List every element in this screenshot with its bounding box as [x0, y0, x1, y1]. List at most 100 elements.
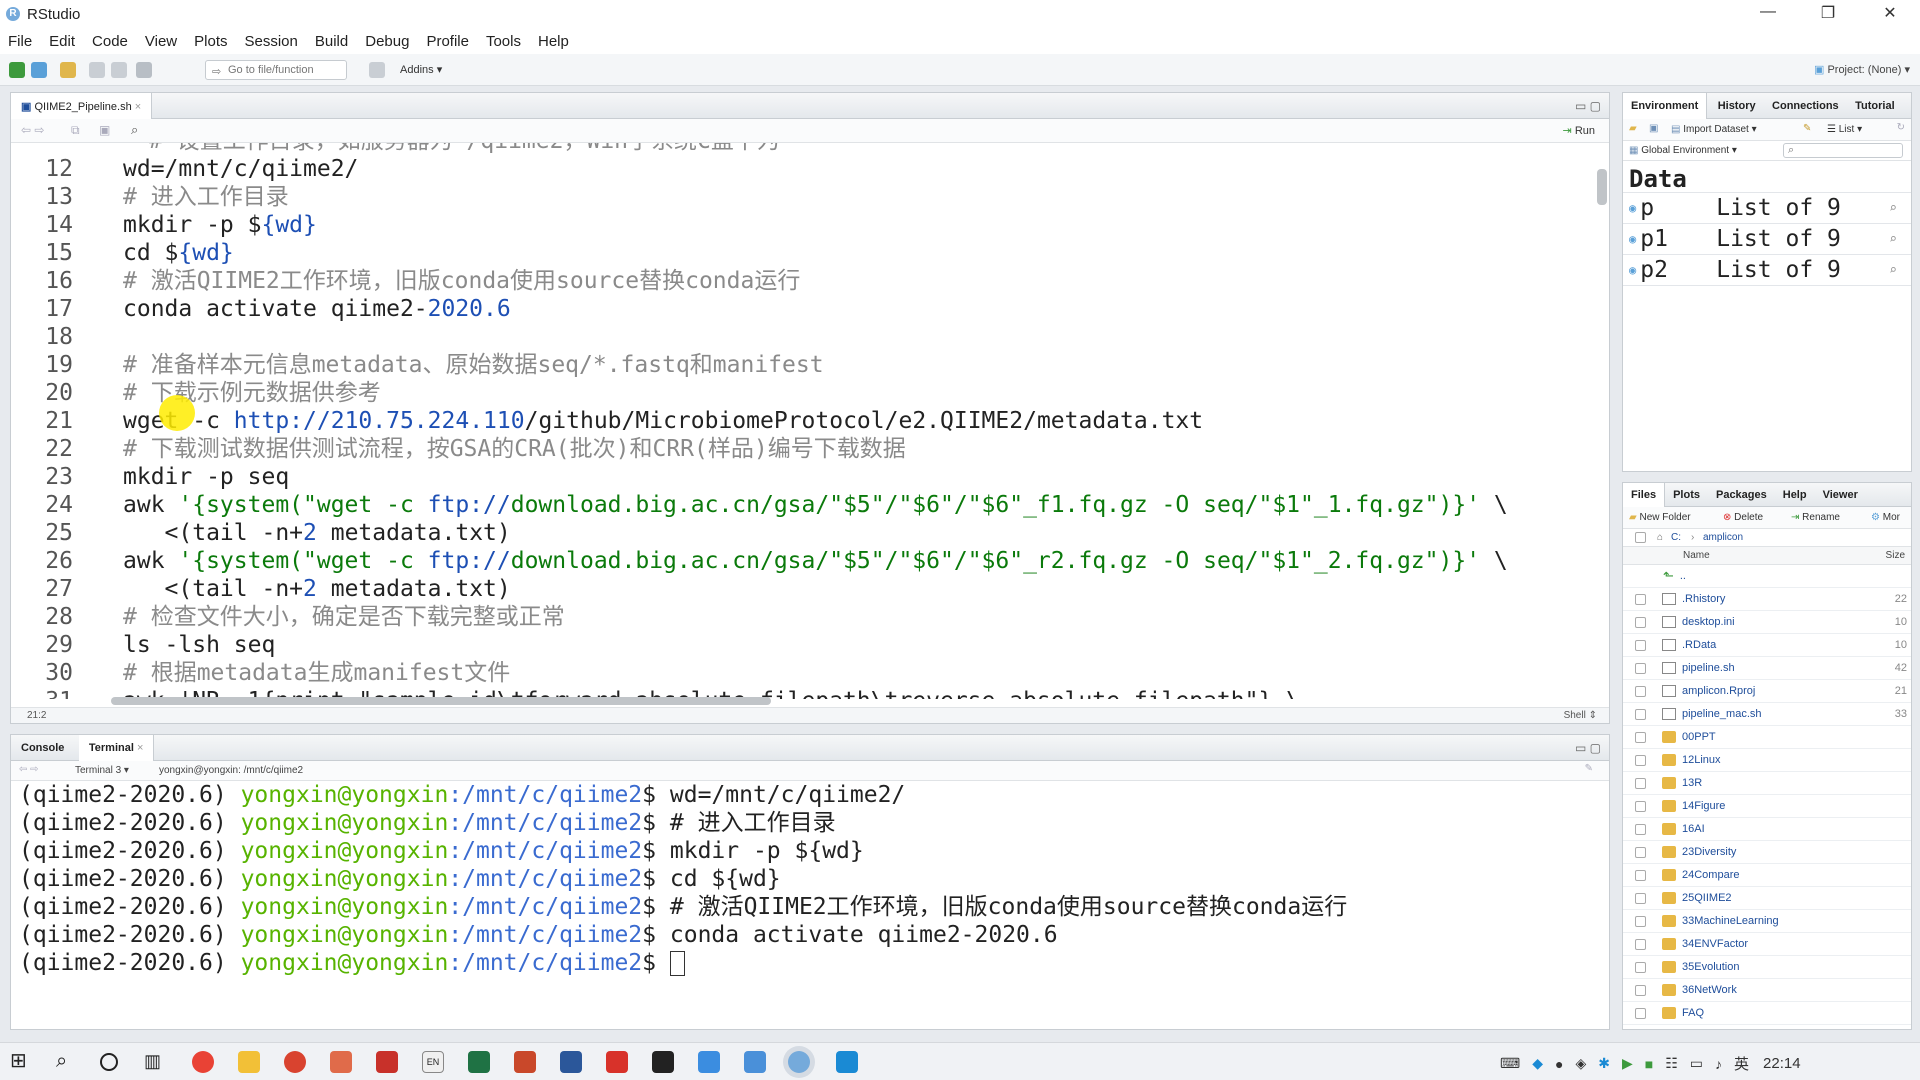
word-icon[interactable]: [560, 1051, 582, 1073]
environment-search-input[interactable]: ⌕: [1783, 143, 1903, 158]
file-row[interactable]: 16AI: [1623, 818, 1911, 841]
filezilla-icon[interactable]: [376, 1051, 398, 1073]
clear-terminal-icon[interactable]: ✎: [1585, 763, 1593, 774]
file-checkbox[interactable]: [1635, 846, 1646, 858]
menu-profile[interactable]: Profile: [426, 33, 469, 50]
code-line[interactable]: 12 wd=/mnt/c/qiime2/: [11, 155, 1595, 183]
maximize-button[interactable]: ❐: [1808, 3, 1848, 25]
view-mode-menu[interactable]: ☰ List ▾: [1827, 124, 1862, 135]
file-name[interactable]: 36NetWork: [1682, 984, 1737, 996]
code-line[interactable]: 21 wget -c http://210.75.224.110/github/M…: [11, 407, 1595, 435]
scope-selector[interactable]: ▦ Global Environment ▾: [1629, 145, 1737, 156]
rstudio-taskbar-icon[interactable]: [788, 1051, 810, 1073]
file-checkbox[interactable]: [1635, 984, 1646, 996]
file-row[interactable]: 36NetWork: [1623, 979, 1911, 1002]
file-checkbox[interactable]: [1635, 731, 1646, 743]
code-line[interactable]: 15 cd ${wd}: [11, 239, 1595, 267]
file-name[interactable]: .Rhistory: [1682, 593, 1725, 605]
file-name[interactable]: 14Figure: [1682, 800, 1725, 812]
file-name[interactable]: 23Diversity: [1682, 846, 1736, 858]
code-line[interactable]: 26 awk '{system("wget -c ftp://download.b…: [11, 547, 1595, 575]
load-workspace-icon[interactable]: ▰: [1629, 123, 1637, 134]
delete-button[interactable]: ⊗ Delete: [1723, 512, 1763, 523]
file-checkbox[interactable]: [1635, 708, 1646, 720]
file-row[interactable]: pipeline.sh 42: [1623, 657, 1911, 680]
file-row[interactable]: 00PPT: [1623, 726, 1911, 749]
name-column-header[interactable]: Name: [1683, 550, 1710, 561]
file-checkbox[interactable]: [1635, 915, 1646, 927]
tray-network-icon[interactable]: ◈: [1575, 1055, 1586, 1072]
file-row[interactable]: 23Diversity: [1623, 841, 1911, 864]
file-name[interactable]: pipeline_mac.sh: [1682, 708, 1762, 720]
new-folder-button[interactable]: ▰ New Folder: [1629, 512, 1691, 523]
code-line[interactable]: 22 # 下载测试数据供测试流程，按GSA的CRA(批次)和CRR(样品)编号下载…: [11, 435, 1595, 463]
new-project-icon[interactable]: [31, 62, 47, 78]
breadcrumb-amplicon[interactable]: amplicon: [1703, 532, 1743, 543]
code-line[interactable]: 17 conda activate qiime2-2020.6: [11, 295, 1595, 323]
file-row[interactable]: desktop.ini 10: [1623, 611, 1911, 634]
size-column-header[interactable]: Size: [1886, 550, 1905, 561]
editor-vertical-scrollbar[interactable]: [1597, 145, 1607, 705]
menu-code[interactable]: Code: [92, 33, 128, 50]
file-checkbox[interactable]: [1635, 800, 1646, 812]
file-name[interactable]: amplicon.Rproj: [1682, 685, 1755, 697]
terminal-nav-icon[interactable]: ⇦ ⇨: [19, 764, 39, 775]
file-name[interactable]: 13R: [1682, 777, 1702, 789]
code-line[interactable]: 30 # 根据metadata生成manifest文件: [11, 659, 1595, 687]
file-row[interactable]: FAQ: [1623, 1002, 1911, 1025]
tray-app-icon[interactable]: ◆: [1532, 1055, 1543, 1072]
file-checkbox[interactable]: [1635, 869, 1646, 881]
print-icon[interactable]: [136, 62, 152, 78]
bluetooth-icon[interactable]: ✱: [1598, 1055, 1610, 1072]
nvidia-icon[interactable]: ■: [1645, 1056, 1653, 1072]
file-checkbox[interactable]: [1635, 616, 1646, 628]
wifi-icon[interactable]: ☷: [1665, 1055, 1678, 1072]
file-row[interactable]: 13R: [1623, 772, 1911, 795]
file-name[interactable]: 34ENVFactor: [1682, 938, 1748, 950]
open-file-icon[interactable]: [60, 62, 76, 78]
file-checkbox[interactable]: [1635, 662, 1646, 674]
file-name[interactable]: .RData: [1682, 639, 1716, 651]
code-line[interactable]: 14 mkdir -p ${wd}: [11, 211, 1595, 239]
expand-icon[interactable]: ◉: [1629, 263, 1636, 277]
menu-help[interactable]: Help: [538, 33, 569, 50]
code-line[interactable]: 29 ls -lsh seq: [11, 631, 1595, 659]
close-button[interactable]: ✕: [1870, 3, 1910, 25]
tab-tutorial[interactable]: Tutorial: [1849, 93, 1901, 119]
new-file-icon[interactable]: [9, 62, 25, 78]
tab-history[interactable]: History: [1712, 93, 1762, 119]
file-checkbox[interactable]: [1635, 639, 1646, 651]
file-row[interactable]: 24Compare: [1623, 864, 1911, 887]
file-row[interactable]: pipeline_mac.sh 33: [1623, 703, 1911, 726]
file-checkbox[interactable]: [1635, 685, 1646, 697]
back-forward-icon[interactable]: ⇦ ⇨: [21, 123, 44, 137]
code-line[interactable]: 23 mkdir -p seq: [11, 463, 1595, 491]
terminal-selector[interactable]: Terminal 3 ▾: [75, 765, 129, 776]
console-minmax-icon[interactable]: ▭ ▢: [1575, 741, 1601, 755]
tab-connections[interactable]: Connections: [1766, 93, 1845, 119]
code-line[interactable]: 19 # 准备样本元信息metadata、原始数据seq/*.fastq和mani…: [11, 351, 1595, 379]
file-explorer-icon[interactable]: [238, 1051, 260, 1073]
menu-debug[interactable]: Debug: [365, 33, 409, 50]
file-row[interactable]: 35Evolution: [1623, 956, 1911, 979]
menu-tools[interactable]: Tools: [486, 33, 521, 50]
save-file-icon[interactable]: ▣: [99, 123, 110, 137]
code-line[interactable]: 25 <(tail -n+2 metadata.txt): [11, 519, 1595, 547]
save-workspace-icon[interactable]: ▣: [1649, 123, 1658, 134]
file-name[interactable]: pipeline.sh: [1682, 662, 1735, 674]
file-checkbox[interactable]: [1635, 754, 1646, 766]
file-row[interactable]: .Rhistory 22: [1623, 588, 1911, 611]
file-name[interactable]: 00PPT: [1682, 731, 1716, 743]
tray-mic-icon[interactable]: ●: [1555, 1056, 1563, 1072]
tray-ime-icon[interactable]: ⌨: [1500, 1055, 1520, 1072]
tab-help[interactable]: Help: [1775, 483, 1815, 507]
view-object-icon[interactable]: ⌕: [1889, 232, 1897, 247]
tab-terminal[interactable]: Terminal ×: [78, 735, 155, 761]
parent-directory-row[interactable]: ⬑ ..: [1623, 565, 1911, 588]
file-name[interactable]: 35Evolution: [1682, 961, 1740, 973]
cortana-icon[interactable]: [100, 1053, 118, 1071]
environment-row[interactable]: ◉ p2 List of 9 ⌕: [1623, 255, 1911, 286]
editor-vscroll-thumb[interactable]: [1597, 169, 1607, 205]
breadcrumb-c[interactable]: C:: [1671, 532, 1681, 543]
view-object-icon[interactable]: ⌕: [1889, 201, 1897, 216]
